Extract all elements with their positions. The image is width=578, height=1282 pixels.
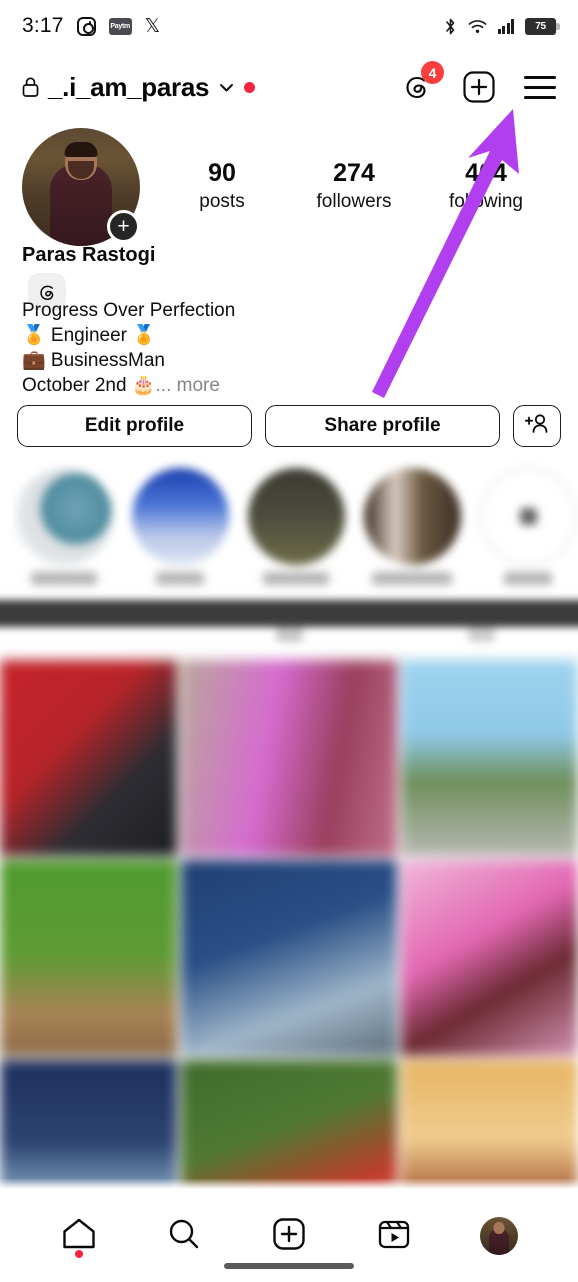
threads-badge-count: 4 (421, 61, 444, 84)
highlight-label (156, 572, 204, 585)
username-label: _.i_am_paras (48, 71, 210, 102)
post-thumbnail[interactable] (0, 1060, 178, 1192)
stat-value: 274 (333, 159, 375, 188)
bluetooth-icon (444, 17, 457, 36)
nav-create[interactable] (236, 1205, 341, 1267)
highlight-new-label (504, 572, 552, 585)
nav-profile[interactable] (447, 1205, 552, 1267)
edit-profile-button[interactable]: Edit profile (17, 405, 252, 447)
post-thumbnail[interactable] (181, 860, 397, 1056)
profile-stats: 90 posts 274 followers 404 following (156, 158, 556, 216)
stat-value: 404 (465, 159, 507, 188)
highlight-cover (363, 468, 461, 565)
display-name: Paras Rastogi (22, 244, 156, 266)
highlight-item[interactable] (362, 468, 462, 596)
bio-line-1: Progress Over Perfection (22, 300, 236, 321)
hamburger-menu-icon[interactable] (524, 75, 556, 99)
profile-action-buttons: Edit profile Share profile (0, 405, 578, 447)
status-time: 3:17 (22, 14, 64, 37)
highlight-label (372, 572, 452, 585)
nav-home[interactable] (26, 1205, 131, 1267)
bio-line-4: October 2nd 🎂... more (22, 373, 422, 398)
nav-top-fade (0, 1178, 578, 1190)
stat-following[interactable]: 404 following (431, 158, 541, 216)
posts-grid (0, 660, 578, 1192)
status-bar-right: 75 (444, 17, 560, 36)
highlight-item[interactable] (130, 468, 230, 596)
nav-search[interactable] (131, 1205, 236, 1267)
create-button[interactable] (462, 70, 496, 104)
chevron-down-icon[interactable] (218, 79, 235, 96)
cellular-signal-icon (497, 18, 514, 34)
stat-value: 90 (208, 159, 236, 188)
username-notification-dot (244, 81, 256, 93)
highlight-item[interactable] (14, 468, 114, 596)
bio-more-link[interactable]: ... more (156, 375, 220, 396)
share-profile-button[interactable]: Share profile (265, 405, 500, 447)
wifi-icon (468, 19, 487, 34)
stat-posts[interactable]: 90 posts (167, 158, 277, 216)
x-icon: 𝕏 (144, 15, 160, 37)
highlight-label (31, 572, 97, 585)
highlight-cover (15, 468, 113, 565)
home-notification-dot (74, 1250, 83, 1258)
highlight-cover (131, 468, 229, 565)
nav-reels[interactable] (342, 1205, 447, 1267)
highlight-item[interactable] (246, 468, 346, 596)
lock-icon (22, 76, 39, 98)
username-dropdown[interactable]: _.i_am_paras (22, 71, 256, 103)
stat-label: following (449, 191, 523, 213)
grid-tab-icon (0, 600, 578, 627)
avatar[interactable]: + (22, 128, 140, 246)
gesture-bar (224, 1263, 354, 1269)
paytm-icon-label: Paytm (108, 17, 132, 35)
battery-icon: 75 (525, 17, 560, 35)
search-icon (167, 1217, 201, 1256)
stat-label: followers (316, 191, 392, 213)
profile-header: _.i_am_paras 4 (0, 56, 578, 118)
post-thumbnail[interactable] (0, 860, 178, 1056)
post-thumbnail[interactable] (400, 660, 578, 856)
profile-summary: + 90 posts 274 followers 404 following (0, 128, 578, 246)
instagram-profile-screen: 3:17 Paytm 𝕏 75 _.i_am_paras 4 + 90 post… (0, 0, 578, 1282)
plus-box-icon (272, 1217, 306, 1256)
post-thumbnail[interactable] (0, 660, 178, 856)
post-thumbnail[interactable] (181, 660, 397, 856)
highlight-cover (247, 468, 345, 565)
post-thumbnail[interactable] (400, 1060, 578, 1192)
story-highlights (0, 468, 578, 596)
highlight-new-cover (479, 468, 577, 565)
discover-people-button[interactable] (513, 405, 561, 447)
stat-label: posts (199, 191, 245, 213)
battery-percent: 75 (535, 20, 546, 32)
profile-tabs (0, 600, 578, 658)
bio-line-2: 🏅 Engineer 🏅 (22, 325, 156, 346)
add-person-icon (524, 412, 550, 441)
reels-icon (377, 1217, 411, 1256)
header-actions: 4 (400, 61, 556, 104)
bio-line-4-text: October 2nd 🎂 (22, 375, 156, 396)
highlight-new-item[interactable] (478, 468, 578, 596)
status-bar: 3:17 Paytm 𝕏 75 (0, 0, 578, 52)
highlight-label (263, 572, 329, 585)
profile-avatar-icon (480, 1217, 519, 1255)
post-thumbnail[interactable] (181, 1060, 397, 1192)
bio-text: Progress Over Perfection 🏅 Engineer 🏅 💼 … (22, 298, 422, 398)
stat-followers[interactable]: 274 followers (299, 158, 409, 216)
paytm-icon: Paytm (108, 17, 132, 35)
post-thumbnail[interactable] (400, 860, 578, 1056)
instagram-icon (76, 16, 96, 36)
threads-button[interactable]: 4 (400, 61, 444, 104)
bio-line-3: 💼 BusinessMan (22, 350, 165, 371)
status-bar-left: 3:17 Paytm 𝕏 (22, 14, 160, 38)
add-story-button[interactable]: + (107, 210, 140, 243)
